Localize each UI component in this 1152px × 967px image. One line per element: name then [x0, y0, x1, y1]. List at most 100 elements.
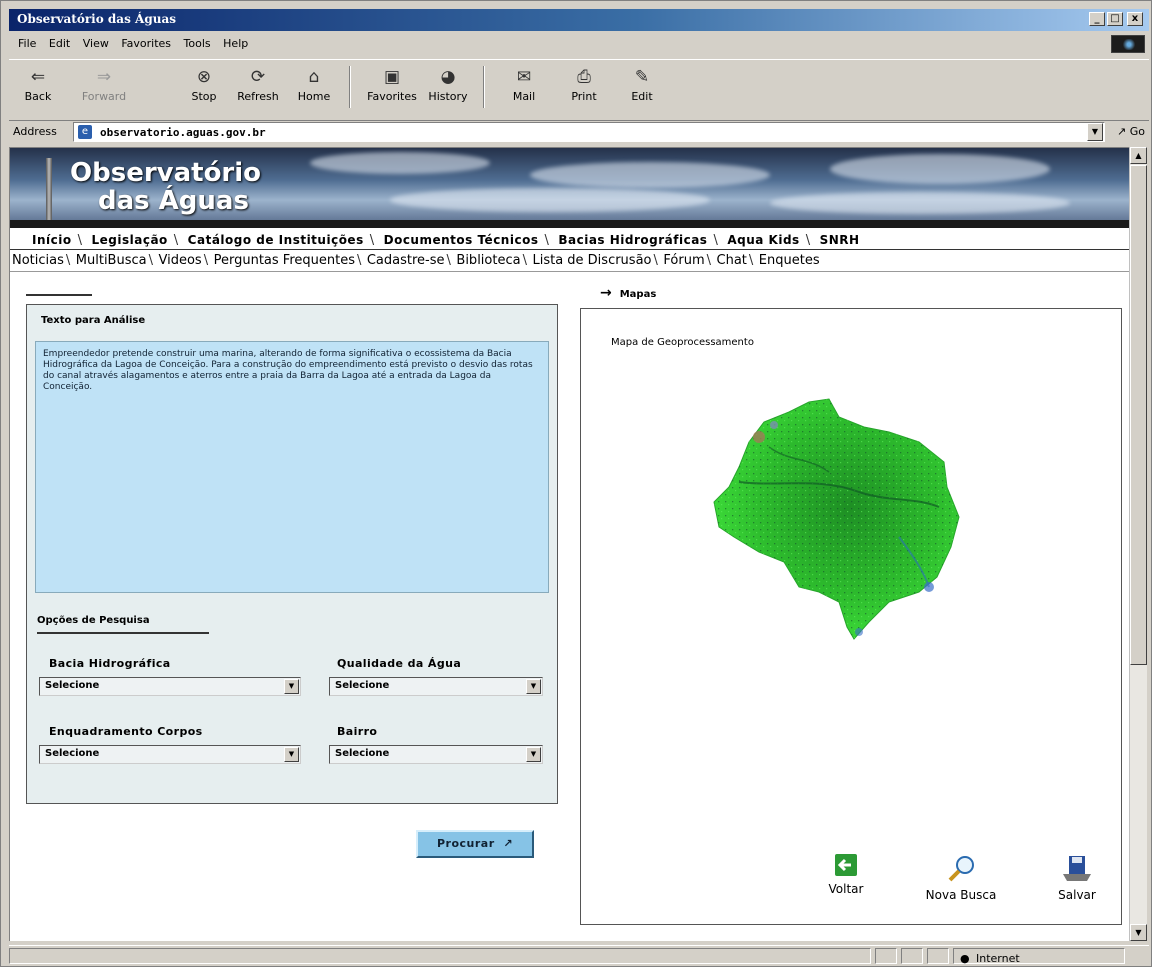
back-green-icon [835, 854, 857, 876]
back-arrow-icon: ⇐ [30, 67, 46, 87]
nav-lista[interactable]: Lista de Discrusão [530, 250, 653, 272]
nav-aqua-kids[interactable]: Aqua Kids [721, 230, 805, 250]
maps-header-label: Mapas [619, 289, 657, 300]
maximize-button[interactable]: □ [1107, 12, 1123, 26]
nav-biblioteca[interactable]: Biblioteca [454, 250, 522, 272]
menu-tools[interactable]: Tools [184, 35, 211, 53]
page-viewport: Observatório das Águas Início \ Legislaçã… [9, 147, 1129, 941]
map-panel: Mapa de Geoprocessamento Voltar Nova Bus… [580, 308, 1122, 925]
forward-label: Forward [81, 90, 127, 103]
menu-help[interactable]: Help [223, 35, 248, 53]
site-logo-line2[interactable]: das Águas [98, 186, 249, 216]
forward-arrow-icon: ⇒ [96, 67, 112, 87]
section-rule [26, 294, 92, 296]
nova-busca-button[interactable]: Nova Busca [911, 854, 1011, 902]
go-label: Go [1129, 125, 1145, 138]
history-icon: ◕ [440, 67, 456, 87]
bairro-select-value: Selecione [335, 748, 390, 759]
menu-edit[interactable]: Edit [49, 35, 70, 53]
address-label: Address [13, 125, 57, 138]
nav-videos[interactable]: Videos [157, 250, 204, 272]
map-title: Mapa de Geoprocessamento [611, 337, 754, 348]
window-title: Observatório das Águas [17, 12, 176, 26]
chevron-down-icon[interactable]: ▼ [284, 679, 299, 694]
vertical-scrollbar[interactable]: ▲ ▼ [1129, 147, 1147, 941]
mail-label: Mail [512, 90, 536, 103]
search-button[interactable]: Procurar ↗ [416, 830, 534, 858]
chevron-down-icon[interactable]: ▼ [526, 747, 541, 762]
nav-noticias[interactable]: Noticias [10, 250, 66, 272]
mail-button[interactable]: ✉ Mail [497, 64, 551, 103]
nav-legislacao[interactable]: Legislação [85, 230, 173, 250]
address-input[interactable]: e observatorio.aguas.gov.br [73, 122, 1105, 142]
favorites-button[interactable]: ▣ Favorites [365, 64, 419, 103]
globe-icon: ● [960, 952, 970, 965]
nav-chat[interactable]: Chat [715, 250, 749, 272]
print-button[interactable]: ⎙ Print [557, 64, 611, 103]
geoprocessing-map[interactable] [689, 387, 989, 647]
status-bar: ● Internet [9, 945, 1149, 965]
history-button[interactable]: ◕ History [421, 64, 475, 103]
nav-cadastre[interactable]: Cadastre-se [365, 250, 447, 272]
stop-label: Stop [191, 90, 217, 103]
qualidade-select-value: Selecione [335, 680, 390, 691]
home-label: Home [297, 90, 331, 103]
go-button[interactable]: ↗ Go [1117, 125, 1145, 138]
secondary-nav: Noticias \ MultiBusca \ Videos \ Perguntas … [10, 250, 1129, 272]
bacia-select[interactable]: Selecione ▼ [39, 677, 301, 696]
nav-snrh[interactable]: SNRH [814, 230, 866, 250]
chevron-down-icon[interactable]: ▼ [526, 679, 541, 694]
voltar-button[interactable]: Voltar [811, 854, 881, 896]
mail-icon: ✉ [516, 67, 532, 87]
nav-multibusca[interactable]: MultiBusca [74, 250, 149, 272]
enquadramento-label: Enquadramento Corpos [49, 725, 203, 738]
analysis-title: Texto para Análise [41, 315, 146, 326]
enquadramento-select[interactable]: Selecione ▼ [39, 745, 301, 764]
home-icon: ⌂ [308, 67, 320, 87]
stop-button[interactable]: ⊗ Stop [177, 64, 231, 103]
site-logo-line1[interactable]: Observatório [70, 158, 261, 188]
nav-documentos[interactable]: Documentos Técnicos [378, 230, 545, 250]
bacia-select-value: Selecione [45, 680, 100, 691]
nav-bacias[interactable]: Bacias Hidrográficas [552, 230, 713, 250]
edit-button[interactable]: ✎ Edit [615, 64, 669, 103]
menu-favorites[interactable]: Favorites [121, 35, 171, 53]
bacia-label: Bacia Hidrográfica [49, 657, 171, 670]
qualidade-select[interactable]: Selecione ▼ [329, 677, 543, 696]
nav-enquetes[interactable]: Enquetes [757, 250, 822, 272]
address-dropdown-button[interactable]: ▼ [1087, 123, 1103, 141]
enquadramento-select-value: Selecione [45, 748, 100, 759]
home-button[interactable]: ⌂ Home [287, 64, 341, 103]
menu-view[interactable]: View [83, 35, 109, 53]
analysis-text: Empreendedor pretende construir uma mari… [35, 341, 549, 593]
maps-header: → Mapas [600, 285, 656, 301]
forward-button[interactable]: ⇒ Forward [77, 64, 131, 103]
status-cell [875, 948, 897, 964]
search-button-label: Procurar [436, 837, 495, 850]
chevron-down-icon[interactable]: ▼ [284, 747, 299, 762]
nav-forum[interactable]: Fórum [661, 250, 706, 272]
voltar-label: Voltar [828, 882, 864, 896]
edit-icon: ✎ [634, 67, 650, 87]
nav-inicio[interactable]: Início [10, 230, 78, 250]
scroll-down-button[interactable]: ▼ [1130, 924, 1147, 941]
page-icon: e [78, 125, 92, 139]
scroll-thumb[interactable] [1130, 165, 1147, 665]
salvar-button[interactable]: Salvar [1047, 854, 1107, 902]
bairro-label: Bairro [337, 725, 378, 738]
back-button[interactable]: ⇐ Back [11, 64, 65, 103]
bairro-select[interactable]: Selecione ▼ [329, 745, 543, 764]
nova-busca-label: Nova Busca [925, 888, 997, 902]
scroll-up-button[interactable]: ▲ [1130, 147, 1147, 164]
search-options-title: Opções de Pesquisa [37, 615, 150, 626]
nav-perguntas[interactable]: Perguntas Frequentes [212, 250, 357, 272]
qualidade-label: Qualidade da Água [337, 657, 462, 670]
status-cell [927, 948, 949, 964]
menu-file[interactable]: File [18, 35, 36, 53]
close-button[interactable]: x [1127, 12, 1143, 26]
nav-catalogo[interactable]: Catálogo de Instituições [182, 230, 370, 250]
minimize-button[interactable]: _ [1089, 12, 1105, 26]
analysis-panel: Texto para Análise Empreendedor pretende… [26, 304, 558, 804]
refresh-button[interactable]: ⟳ Refresh [231, 64, 285, 103]
arrow-right-icon: → [600, 285, 612, 301]
